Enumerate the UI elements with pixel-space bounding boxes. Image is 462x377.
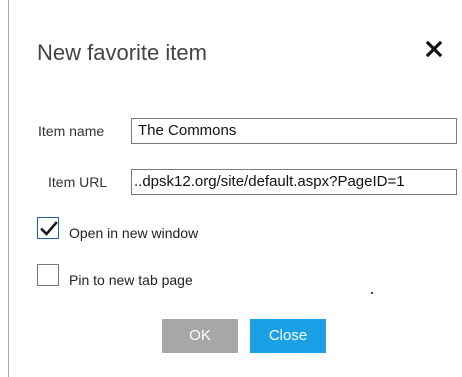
open-in-new-window-checkbox[interactable] [37,217,59,239]
dialog-title: New favorite item [37,40,207,65]
stage: New favorite item Item name The Commons … [0,0,462,377]
stray-dot [371,292,373,294]
item-url-input[interactable]: ..dpsk12.org/site/default.aspx?PageID=1 [131,169,457,195]
item-name-input[interactable]: The Commons [131,118,457,144]
item-url-label: Item URL [48,174,108,190]
checkmark-icon [40,221,58,236]
pin-to-new-tab-page-checkbox[interactable] [37,264,59,286]
item-name-label: Item name [38,123,105,139]
close-button[interactable]: Close [250,319,326,353]
close-icon[interactable] [423,38,445,62]
ok-button[interactable]: OK [162,319,238,353]
close-icon-glyph [425,40,443,58]
new-favorite-dialog: New favorite item Item name The Commons … [9,0,462,377]
pin-to-new-tab-page-label: Pin to new tab page [69,272,193,288]
open-in-new-window-label: Open in new window [69,225,199,241]
